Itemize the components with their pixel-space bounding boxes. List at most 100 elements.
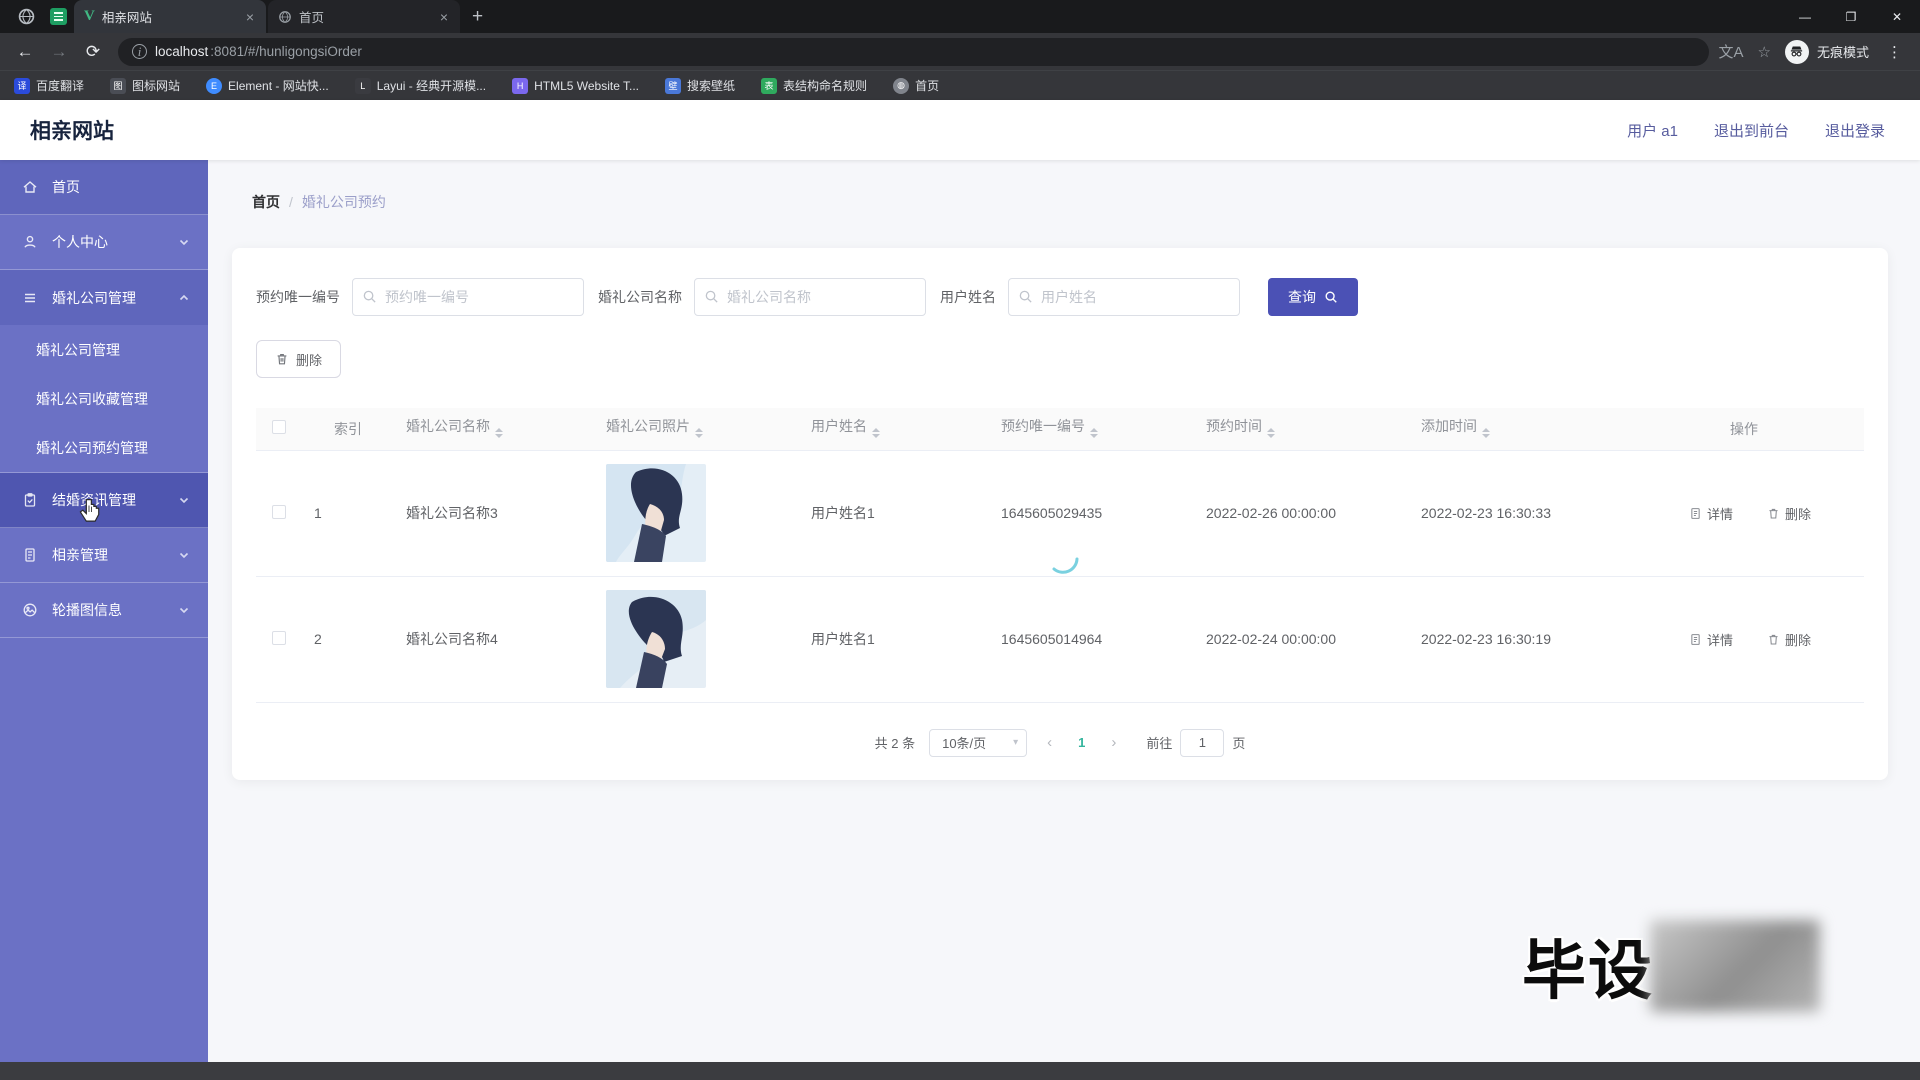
- reload-icon[interactable]: ⟳: [78, 37, 108, 67]
- search-button[interactable]: 查询: [1268, 278, 1358, 316]
- window-close-button[interactable]: ✕: [1874, 0, 1920, 33]
- window-minimize-button[interactable]: —: [1782, 0, 1828, 33]
- sort-icon[interactable]: [695, 424, 703, 442]
- browser-url-bar: ← → ⟳ i localhost:8081/#/hunligongsiOrde…: [0, 33, 1920, 70]
- watermark-text: 毕设: [1522, 935, 1654, 1007]
- col-header-company: 婚礼公司名称: [394, 408, 594, 451]
- next-page-button[interactable]: ›: [1105, 734, 1122, 751]
- sidebar-subitem-company-mgmt[interactable]: 婚礼公司管理: [0, 325, 208, 374]
- detail-button[interactable]: 详情: [1689, 630, 1733, 649]
- bookmark-favicon: L: [354, 77, 371, 94]
- address-bar[interactable]: i localhost:8081/#/hunligongsiOrder: [118, 37, 1709, 66]
- sidebar-item-home[interactable]: 首页: [0, 160, 208, 215]
- bookmark-item[interactable]: E Element - 网站快...: [206, 77, 329, 94]
- cell-company: 婚礼公司名称4: [394, 576, 594, 703]
- search-icon: [705, 290, 718, 303]
- page-number[interactable]: 1: [1072, 735, 1091, 750]
- bookmark-item[interactable]: 译百度翻译: [14, 77, 84, 94]
- user-icon: [24, 235, 36, 248]
- image-icon: [23, 603, 37, 617]
- translate-icon[interactable]: 文A: [1719, 41, 1744, 62]
- sort-icon[interactable]: [1267, 424, 1275, 442]
- chevron-down-icon: [179, 497, 189, 504]
- globe-icon: [279, 10, 291, 23]
- sort-icon[interactable]: [1482, 424, 1490, 442]
- prev-page-button[interactable]: ‹: [1041, 734, 1058, 751]
- bottom-edge-strip: [0, 1062, 1920, 1080]
- sidebar-item-matchmaking-mgmt[interactable]: 相亲管理: [0, 528, 208, 583]
- exit-to-front-link[interactable]: 退出到前台: [1714, 120, 1789, 141]
- bookmark-item[interactable]: 图图标网站: [110, 77, 180, 94]
- row-checkbox[interactable]: [272, 504, 286, 519]
- bookmark-star-icon[interactable]: ☆: [1758, 43, 1771, 61]
- cell-order-no: 1645605014964: [989, 576, 1194, 703]
- bookmark-favicon: 壁: [665, 77, 682, 94]
- bookmark-item[interactable]: ◍ 首页: [893, 77, 939, 94]
- filter-input-company-name[interactable]: [694, 278, 926, 316]
- pagination: 共 2 条 10条/页 ▾ ‹ 1 › 前往 页: [256, 728, 1864, 757]
- filter-input-order-no[interactable]: [352, 278, 584, 316]
- goto-label: 前往: [1146, 736, 1173, 751]
- bookmark-item[interactable]: 壁搜索壁纸: [665, 77, 735, 94]
- tab-matchmaking-site[interactable]: V 相亲网站 ×: [74, 0, 266, 33]
- sort-icon[interactable]: [1090, 424, 1098, 442]
- chevron-up-icon: [179, 294, 189, 300]
- sidebar-item-carousel-info[interactable]: 轮播图信息: [0, 583, 208, 638]
- window-restore-button[interactable]: ❐: [1828, 0, 1874, 33]
- breadcrumb: 首页 / 婚礼公司预约: [252, 192, 386, 212]
- page-size-select[interactable]: 10条/页 ▾: [929, 728, 1028, 757]
- breadcrumb-current: 婚礼公司预约: [301, 194, 386, 210]
- select-all-checkbox[interactable]: [272, 420, 286, 435]
- header-user-link[interactable]: 用户 a1: [1627, 120, 1678, 141]
- tab-close-icon[interactable]: ×: [436, 8, 452, 26]
- watermark: 毕设: [1522, 920, 1820, 1012]
- company-photo: [606, 464, 706, 562]
- goto-page-input[interactable]: [1180, 728, 1225, 757]
- trash-icon: [277, 354, 287, 365]
- sidebar-subitem-company-order-mgmt[interactable]: 婚礼公司预约管理: [0, 423, 208, 472]
- logout-link[interactable]: 退出登录: [1825, 120, 1885, 141]
- app-header: 相亲网站 用户 a1 退出到前台 退出登录: [0, 100, 1920, 160]
- delete-button[interactable]: 删除: [1767, 504, 1811, 523]
- row-checkbox[interactable]: [272, 630, 286, 645]
- document-icon: [25, 548, 35, 562]
- site-info-icon[interactable]: i: [132, 44, 147, 59]
- bookmark-favicon: H: [512, 77, 529, 94]
- bookmarks-bar: 译百度翻译 图图标网站 E Element - 网站快... L Layui - 经…: [0, 70, 1920, 100]
- bookmark-favicon: 表: [761, 77, 778, 94]
- sort-icon[interactable]: [872, 424, 880, 442]
- sidebar-submenu: 婚礼公司管理 婚礼公司收藏管理 婚礼公司预约管理: [0, 325, 208, 473]
- bookmark-item[interactable]: 表表结构命名规则: [761, 77, 867, 94]
- tab-home[interactable]: 首页 ×: [268, 0, 460, 33]
- bookmark-item[interactable]: L Layui - 经典开源模...: [354, 77, 486, 94]
- sidebar-item-wedding-company-mgmt[interactable]: 婚礼公司管理: [0, 270, 208, 325]
- cell-order-time: 2022-02-24 00:00:00: [1194, 576, 1409, 703]
- cell-add-time: 2022-02-23 16:30:33: [1409, 450, 1624, 577]
- bookmark-favicon: ◍: [893, 77, 910, 94]
- url-path: :8081/#/hunligongsiOrder: [210, 44, 362, 59]
- url-host: localhost: [155, 44, 209, 59]
- delete-button[interactable]: 删除: [1767, 630, 1811, 649]
- browser-tab-bar: V 相亲网站 × 首页 × + — ❐ ✕: [0, 0, 1920, 33]
- sidebar-item-personal-center[interactable]: 个人中心: [0, 215, 208, 270]
- table-header-row: 索引 婚礼公司名称 婚礼公司照片 用户姓名 预约唯一编号 预约时间 添加时间 操…: [256, 408, 1864, 451]
- tab-close-icon[interactable]: ×: [242, 8, 258, 26]
- breadcrumb-separator: /: [289, 194, 293, 210]
- browser-menu-icon[interactable]: ⋮: [1883, 43, 1906, 61]
- new-tab-button[interactable]: +: [460, 6, 495, 28]
- bookmark-favicon: E: [206, 77, 223, 94]
- chevron-down-icon: [179, 552, 189, 559]
- detail-button[interactable]: 详情: [1689, 504, 1733, 523]
- batch-delete-button[interactable]: 删除: [256, 340, 342, 378]
- sidebar: 首页 个人中心 婚礼公司管理 婚礼公司管理 婚礼公司收藏管理 婚礼公司预约管理 …: [0, 160, 208, 1062]
- back-icon[interactable]: ←: [10, 37, 40, 67]
- breadcrumb-home[interactable]: 首页: [252, 192, 280, 212]
- pinned-sheet-icon[interactable]: [47, 6, 69, 28]
- sort-icon[interactable]: [495, 424, 503, 442]
- forward-icon[interactable]: →: [44, 37, 74, 67]
- sidebar-item-marriage-info-mgmt[interactable]: 结婚资讯管理: [0, 473, 208, 528]
- filter-input-user-name[interactable]: [1008, 278, 1240, 316]
- loading-spinner: [1052, 557, 1079, 574]
- bookmark-item[interactable]: H HTML5 Website T...: [512, 77, 639, 94]
- sidebar-subitem-company-collection-mgmt[interactable]: 婚礼公司收藏管理: [0, 374, 208, 423]
